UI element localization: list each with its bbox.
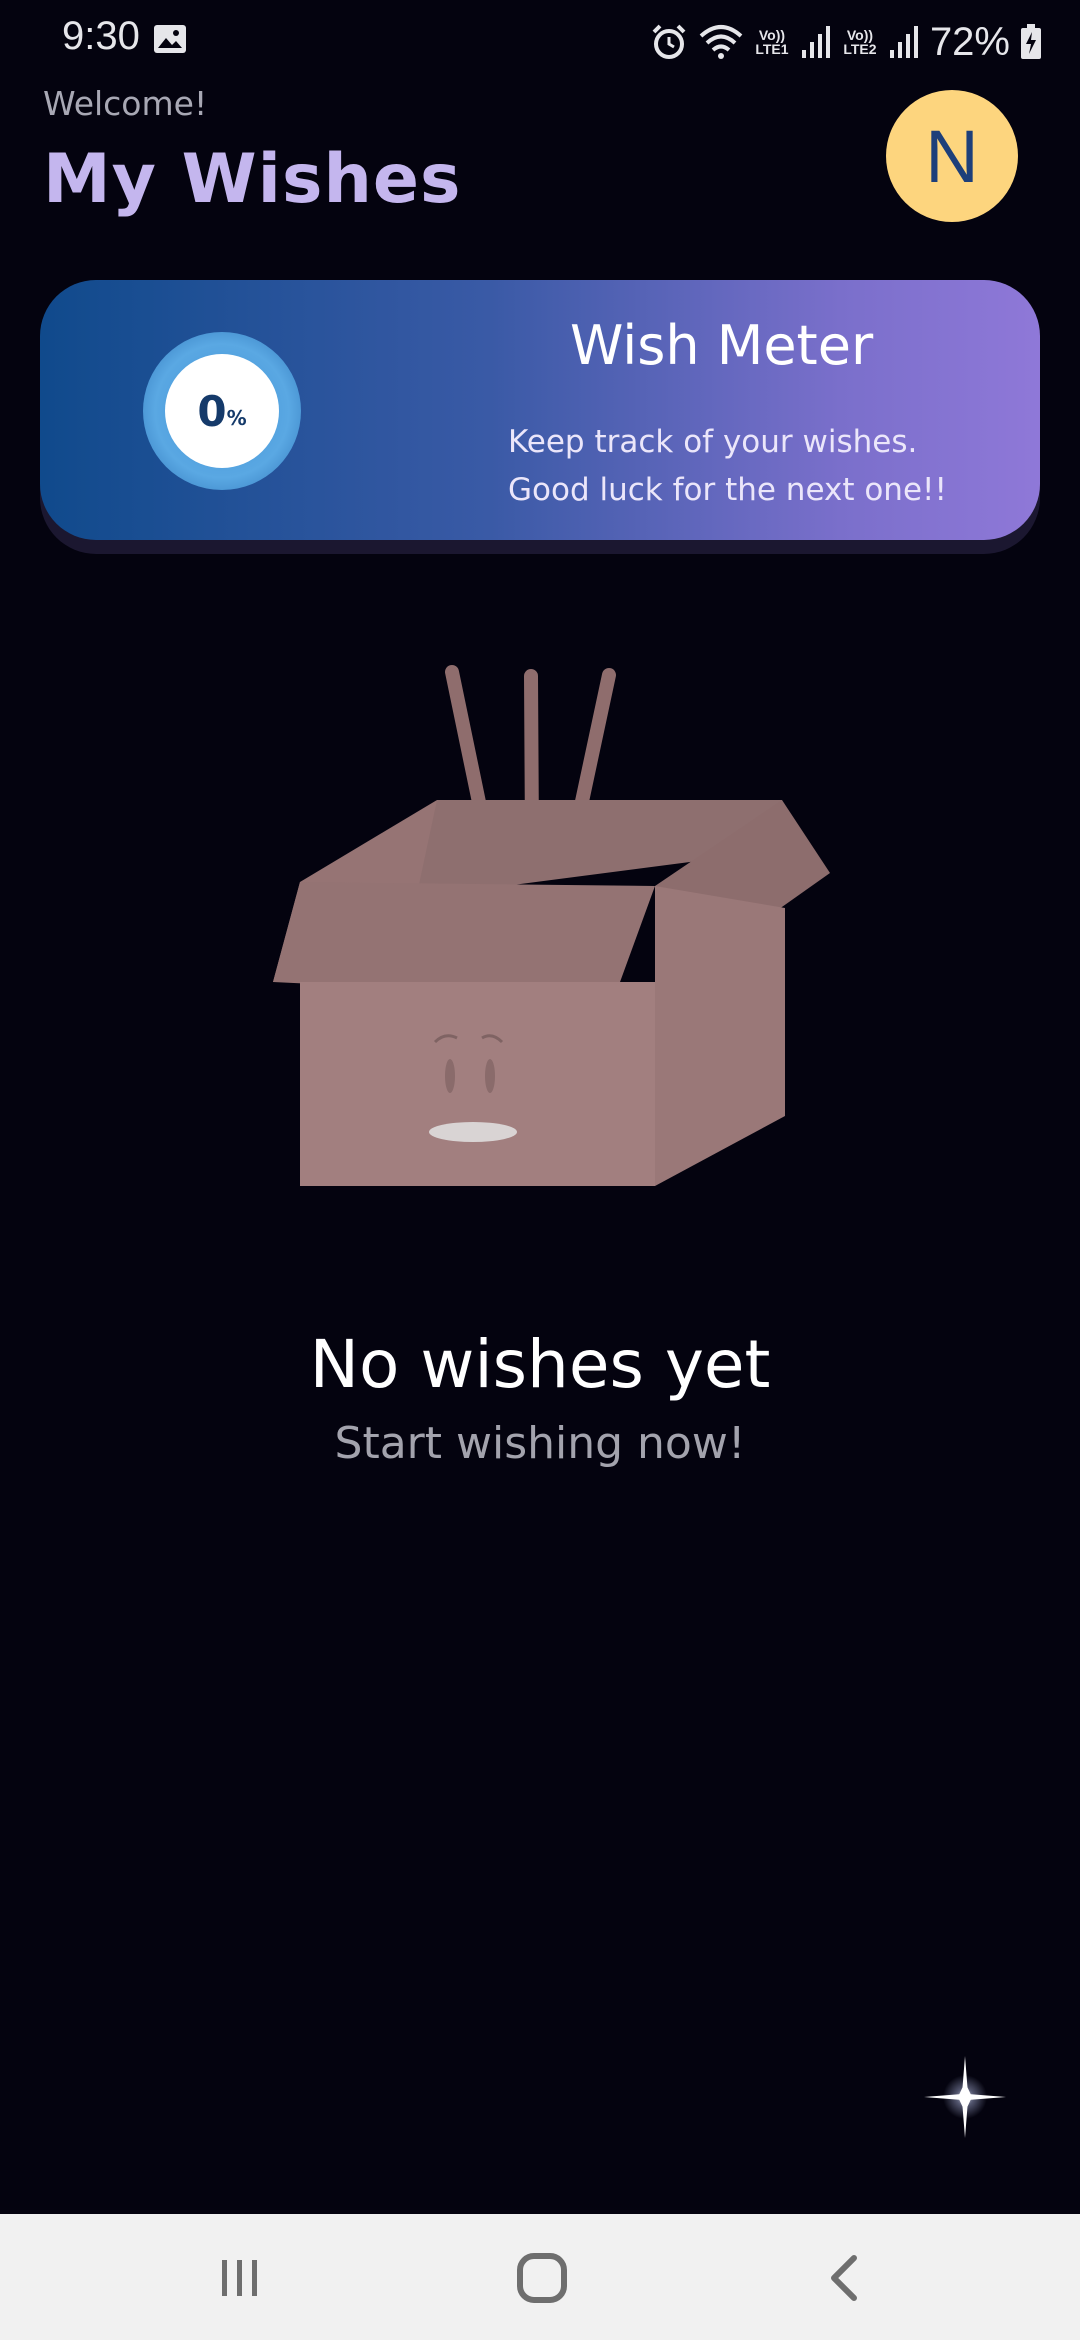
wish-meter-inner: 0 % <box>165 354 279 468</box>
gallery-notification-icon <box>154 25 186 53</box>
sparkle-icon[interactable] <box>920 2052 1010 2142</box>
alarm-icon <box>652 24 686 59</box>
wish-meter-line2: Good luck for the next one!! <box>508 472 947 508</box>
welcome-text: Welcome! <box>43 84 208 123</box>
screen: 9:30 Vo)) LTE1 Vo)) LTE2 72% Welcome! My… <box>0 0 1080 2340</box>
wifi-icon <box>699 25 743 59</box>
sim1-label: Vo)) LTE1 <box>755 27 789 57</box>
empty-box-illustration <box>273 665 830 1186</box>
battery-charging-icon <box>1021 24 1041 59</box>
recent-apps-button[interactable] <box>200 2238 280 2318</box>
wish-meter-title: Wish Meter <box>570 314 874 377</box>
recent-apps-icon <box>222 2260 257 2296</box>
sim2-label: Vo)) LTE2 <box>843 27 877 57</box>
page-title: My Wishes <box>43 140 462 219</box>
wish-meter-unit: % <box>226 406 247 430</box>
box-front-flap <box>273 882 655 982</box>
wish-meter-value: 0 <box>197 386 227 436</box>
back-button[interactable] <box>806 2238 886 2318</box>
home-button[interactable] <box>502 2238 582 2318</box>
wish-meter-card: 0 % Wish Meter Keep track of your wishes… <box>40 280 1040 540</box>
signal-strength-icon <box>801 26 830 58</box>
navigation-bar <box>0 2214 1080 2340</box>
status-time: 9:30 <box>62 14 140 58</box>
signal-strength-icon-2 <box>889 26 918 58</box>
empty-state-title: No wishes yet <box>309 1326 771 1403</box>
home-icon <box>517 2253 567 2303</box>
box-side <box>655 886 785 1186</box>
battery-percentage: 72% <box>929 19 1010 64</box>
wish-meter-line1: Keep track of your wishes. <box>508 424 918 460</box>
status-bar: 9:30 Vo)) LTE1 Vo)) LTE2 72% <box>0 0 1080 84</box>
wish-meter-ring: 0 % <box>143 332 301 490</box>
empty-state-subtitle: Start wishing now! <box>334 1418 746 1469</box>
wish-meter-description: Keep track of your wishes. Good luck for… <box>508 418 947 514</box>
status-icons: Vo)) LTE1 Vo)) LTE2 72% <box>650 18 1042 66</box>
back-icon <box>831 2255 857 2301</box>
avatar[interactable]: N <box>886 90 1018 222</box>
box-front <box>300 982 655 1186</box>
